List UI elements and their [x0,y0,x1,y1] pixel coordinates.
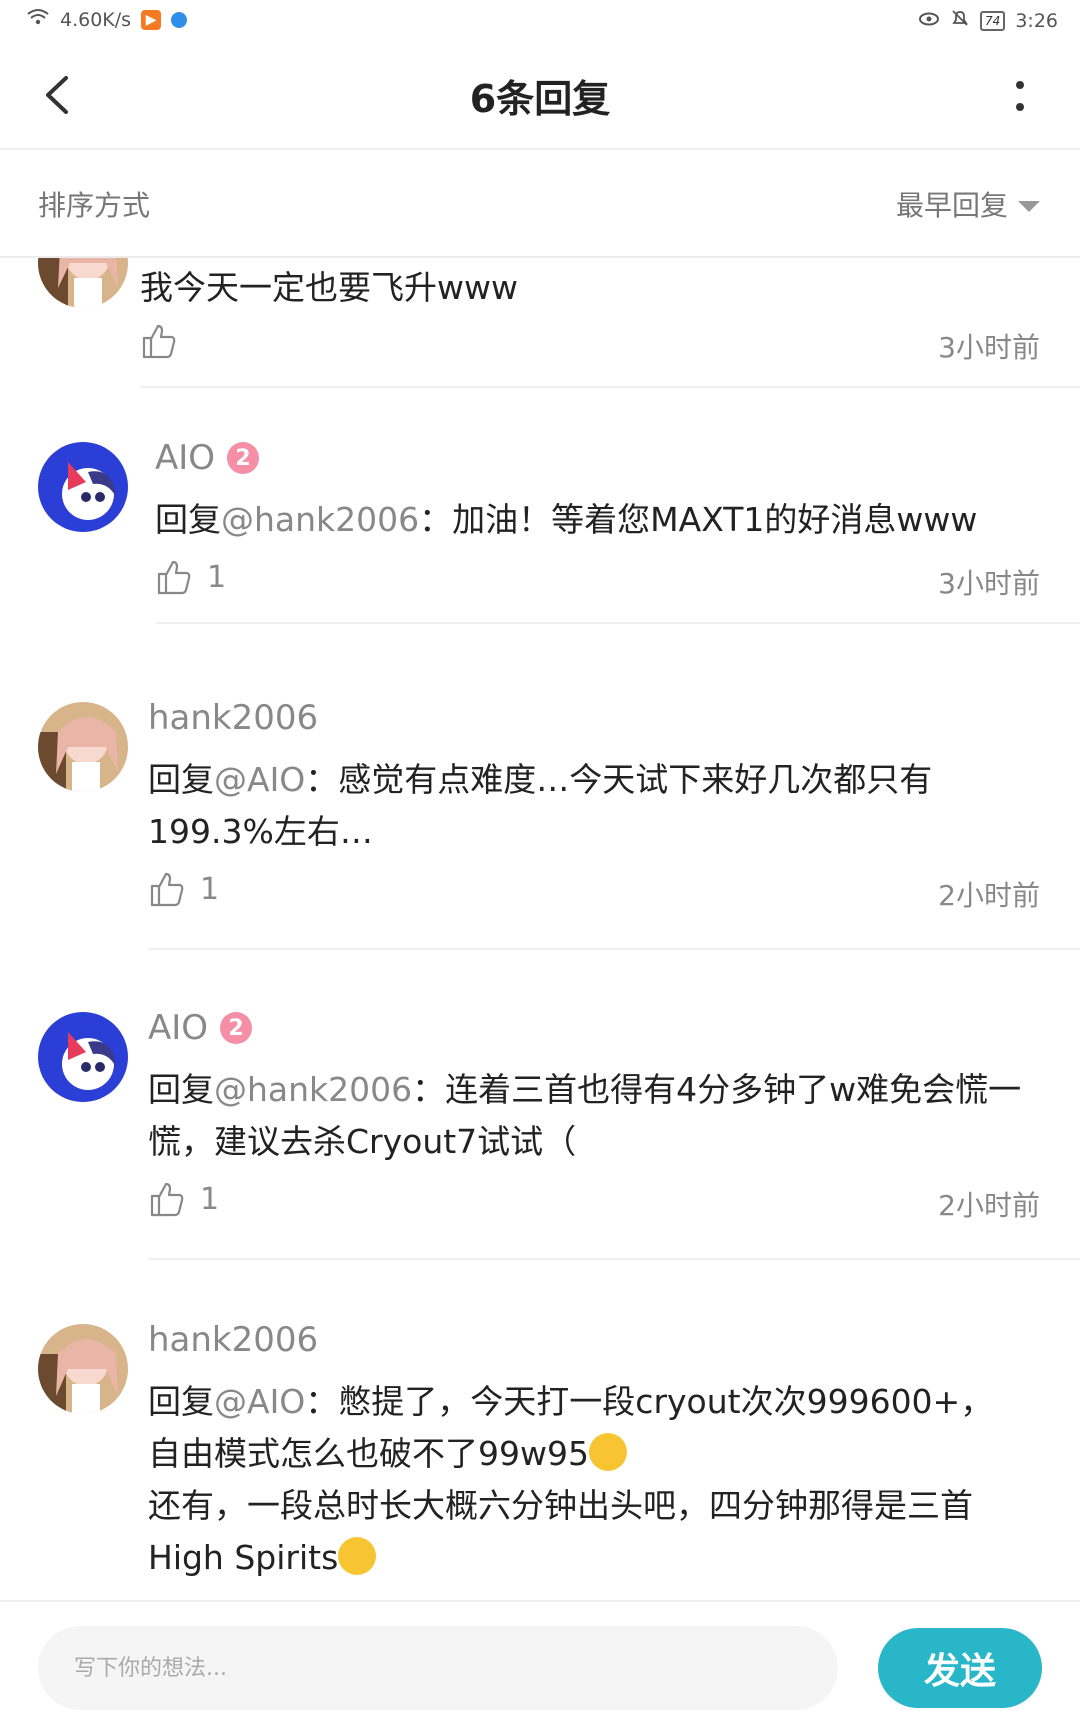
timestamp: 2小时前 [938,879,1040,912]
divider [148,948,1080,950]
like-button[interactable]: 1 [148,870,219,908]
like-button[interactable]: 1 [155,558,226,596]
like-count: 1 [200,871,220,907]
page-title: 6条回复 [469,77,611,121]
divider [155,622,1080,624]
comment-composer: 发送 [0,1600,1080,1730]
timestamp: 3小时前 [938,567,1040,600]
mention-link[interactable]: @AIO [214,760,305,799]
thumbs-up-icon [150,872,184,907]
sort-bar: 排序方式 最早回复 [0,150,1080,258]
username[interactable]: hank2006 [148,698,318,738]
like-button[interactable] [140,322,178,360]
thumbs-up-icon [150,1182,184,1217]
avatar[interactable] [38,702,128,792]
avatar[interactable] [38,258,128,308]
username[interactable]: AIO 2 [148,1008,253,1048]
list-item: hank2006 回复@AIO：憋提了，今天打一段cryout次次999600+… [0,1320,1080,1600]
timestamp: 2小时前 [938,1189,1040,1222]
video-app-icon: ▶ [141,9,162,30]
mention-link[interactable]: @hank2006 [221,500,419,539]
wifi-icon [26,8,50,31]
network-speed: 4.60K/s [60,8,132,31]
comment-input[interactable] [38,1626,838,1710]
clock: 3:26 [1015,9,1058,32]
more-options-button[interactable] [1000,74,1040,118]
app-header: 6条回复 [0,44,1080,150]
like-count: 1 [200,1181,220,1217]
caret-down-icon [1018,200,1040,212]
list-item: hank2006 回复@AIO：感觉有点难度…今天试下来好几次都只有199.3%… [0,698,1080,968]
like-count: 1 [207,559,227,595]
sort-dropdown[interactable]: 最早回复 [896,184,1040,224]
comment-text: 回复@hank2006：加油！等着您MAXT1的好消息www [155,500,978,539]
list-item: AIO 2 回复@hank2006：连着三首也得有4分多钟了w难免会慌一慌，建议… [0,1008,1080,1278]
emoji-icon [338,1536,377,1575]
list-item: 我今天一定也要飞升www 3小时前 [0,258,1080,388]
laughing-emoji-icon [588,1432,627,1471]
divider [140,386,1080,388]
comment-text: 回复@AIO：憋提了，今天打一段cryout次次999600+， 自由模式怎么也… [148,1382,994,1577]
more-vertical-icon [1016,81,1024,89]
mute-icon [950,8,970,33]
avatar[interactable] [38,1324,128,1414]
list-item: AIO 2 回复@hank2006：加油！等着您MAXT1的好消息www 1 3… [0,438,1080,638]
thumbs-up-icon [142,324,176,359]
thumbs-up-icon [157,560,191,595]
level-badge: 2 [227,442,260,474]
like-button[interactable]: 1 [148,1180,219,1218]
status-bar: 4.60K/s ▶ 74 3:26 [0,0,1080,44]
username[interactable]: AIO 2 [155,438,260,478]
username[interactable]: hank2006 [148,1320,318,1360]
reply-list[interactable]: 我今天一定也要飞升www 3小时前 AIO 2 回复@hank2006：加油！等… [0,258,1080,1600]
comment-text: 回复@hank2006：连着三首也得有4分多钟了w难免会慌一慌，建议去杀Cryo… [148,1070,1022,1161]
mention-link[interactable]: @AIO [214,1382,305,1421]
avatar[interactable] [38,1012,128,1102]
eye-icon [918,10,940,32]
battery-icon: 74 [980,10,1006,31]
avatar[interactable] [38,442,128,532]
comment-text: 我今天一定也要飞升www [140,268,518,307]
comment-text: 回复@AIO：感觉有点难度…今天试下来好几次都只有199.3%左右… [148,760,933,851]
browser-app-icon [171,11,188,28]
sort-selected-value: 最早回复 [895,189,1008,222]
divider [148,1258,1080,1260]
mention-link[interactable]: @hank2006 [214,1070,412,1109]
level-badge: 2 [220,1012,253,1044]
sort-label: 排序方式 [38,189,151,222]
send-button[interactable]: 发送 [878,1628,1042,1708]
timestamp: 3小时前 [938,331,1040,364]
